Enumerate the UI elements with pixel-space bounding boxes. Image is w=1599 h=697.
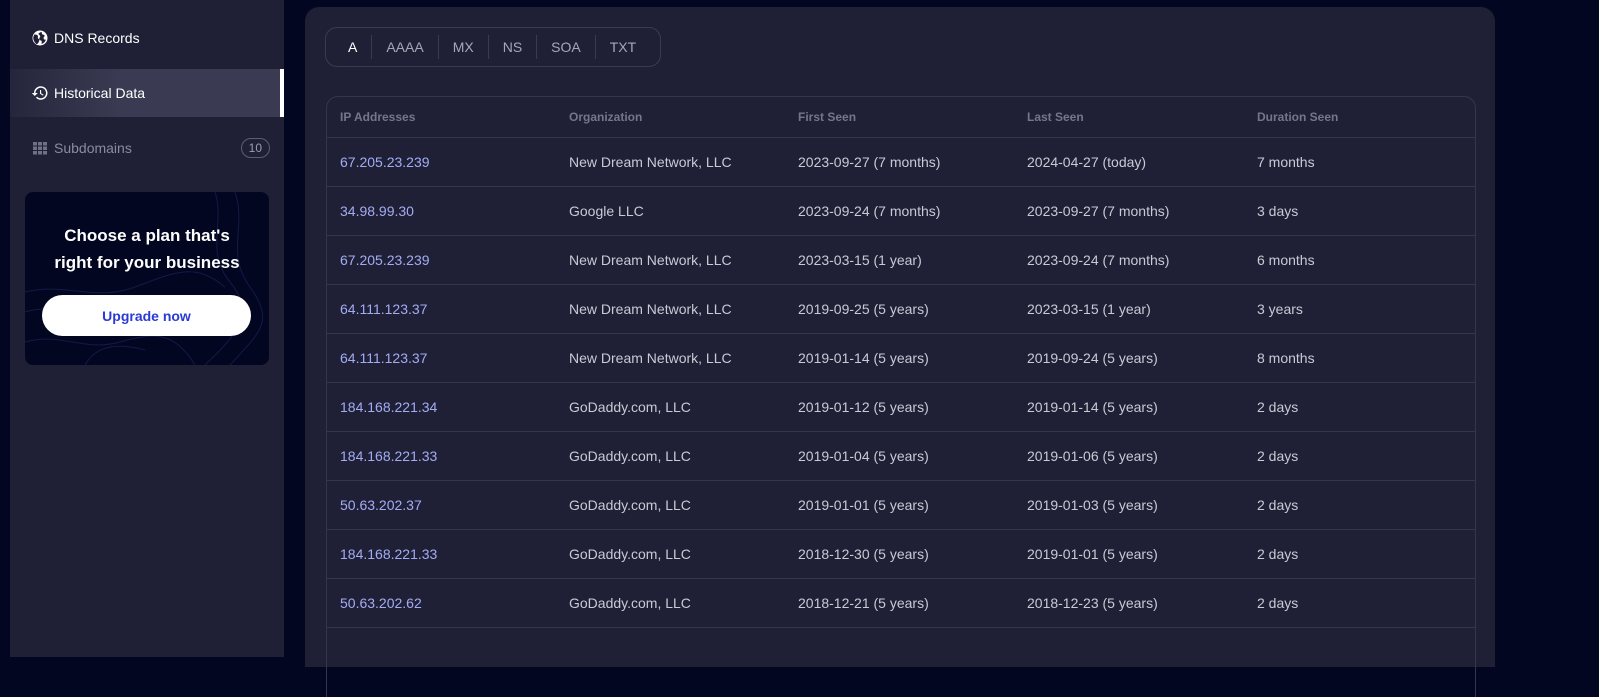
main-panel: A AAAA MX NS SOA TXT IP Addresses Organi… <box>305 7 1495 697</box>
table-row: 64.111.123.37 New Dream Network, LLC 2019-… <box>327 333 1475 383</box>
table-row: 67.205.23.239 New Dream Network, LLC 2023-… <box>327 235 1475 285</box>
duration-cell: 8 months <box>1244 333 1475 383</box>
table-row: 184.168.221.34 GoDaddy.com, LLC 2019-01-12… <box>327 382 1475 432</box>
column-header-ip: IP Addresses <box>327 97 556 138</box>
record-type-tabs: A AAAA MX NS SOA TXT <box>325 27 662 67</box>
duration-cell: 6 months <box>1244 235 1475 285</box>
organization-cell: GoDaddy.com, LLC <box>556 480 785 530</box>
table-row: 50.63.202.62 GoDaddy.com, LLC 2018-12-21 (… <box>327 578 1475 628</box>
table-body: 67.205.23.239 New Dream Network, LLC 2023-… <box>327 137 1475 628</box>
column-header-organization: Organization <box>556 97 785 138</box>
tab-a[interactable]: A <box>336 35 371 59</box>
sidebar-item-label: Historical Data <box>54 85 146 101</box>
sidebar-item-label: Subdomains <box>54 140 132 156</box>
first-seen-cell: 2019-01-12 (5 years) <box>785 382 1014 432</box>
first-seen-cell: 2019-09-25 (5 years) <box>785 284 1014 334</box>
organization-cell: New Dream Network, LLC <box>556 137 785 187</box>
last-seen-cell: 2019-09-24 (5 years) <box>1014 333 1244 383</box>
sidebar: DNS Records Historical Data Subdomains 1… <box>10 0 284 657</box>
column-header-first-seen: First Seen <box>785 97 1014 138</box>
first-seen-cell: 2019-01-14 (5 years) <box>785 333 1014 383</box>
last-seen-cell: 2019-01-03 (5 years) <box>1014 480 1244 530</box>
promo-title: Choose a plan that's right for your busi… <box>25 222 269 276</box>
ip-address-link[interactable]: 184.168.221.34 <box>327 382 556 432</box>
upgrade-now-button[interactable]: Upgrade now <box>42 295 251 336</box>
table-row: 34.98.99.30 Google LLC 2023-09-24 (7 month… <box>327 186 1475 236</box>
last-seen-cell: 2019-01-06 (5 years) <box>1014 431 1244 481</box>
ip-address-link[interactable]: 67.205.23.239 <box>327 137 556 187</box>
globe-icon <box>31 29 49 47</box>
grid-icon <box>31 139 49 157</box>
duration-cell: 2 days <box>1244 382 1475 432</box>
first-seen-cell: 2019-01-01 (5 years) <box>785 480 1014 530</box>
first-seen-cell: 2019-01-04 (5 years) <box>785 431 1014 481</box>
promo-title-line: right for your business <box>54 253 240 272</box>
ip-address-link[interactable]: 50.63.202.62 <box>327 578 556 628</box>
tab-txt[interactable]: TXT <box>594 35 650 59</box>
organization-cell: GoDaddy.com, LLC <box>556 529 785 579</box>
ip-address-link[interactable]: 34.98.99.30 <box>327 186 556 236</box>
table-row: 64.111.123.37 New Dream Network, LLC 2019-… <box>327 284 1475 334</box>
last-seen-cell: 2023-09-24 (7 months) <box>1014 235 1244 285</box>
tab-soa[interactable]: SOA <box>536 35 595 59</box>
first-seen-cell: 2023-09-27 (7 months) <box>785 137 1014 187</box>
organization-cell: GoDaddy.com, LLC <box>556 578 785 628</box>
sidebar-item-dns-records[interactable]: DNS Records <box>10 14 284 62</box>
last-seen-cell: 2018-12-23 (5 years) <box>1014 578 1244 628</box>
last-seen-cell: 2019-01-14 (5 years) <box>1014 382 1244 432</box>
duration-cell: 7 months <box>1244 137 1475 187</box>
organization-cell: GoDaddy.com, LLC <box>556 382 785 432</box>
duration-cell: 2 days <box>1244 431 1475 481</box>
first-seen-cell: 2018-12-21 (5 years) <box>785 578 1014 628</box>
table-row: 184.168.221.33 GoDaddy.com, LLC 2018-12-30… <box>327 529 1475 579</box>
sidebar-item-label: DNS Records <box>54 30 140 46</box>
organization-cell: New Dream Network, LLC <box>556 333 785 383</box>
first-seen-cell: 2018-12-30 (5 years) <box>785 529 1014 579</box>
ip-address-link[interactable]: 184.168.221.33 <box>327 529 556 579</box>
ip-address-link[interactable]: 64.111.123.37 <box>327 333 556 383</box>
duration-cell: 2 days <box>1244 529 1475 579</box>
table-header-row: IP Addresses Organization First Seen Las… <box>327 97 1475 138</box>
duration-cell: 3 days <box>1244 186 1475 236</box>
ip-address-link[interactable]: 67.205.23.239 <box>327 235 556 285</box>
organization-cell: Google LLC <box>556 186 785 236</box>
ip-address-link[interactable]: 50.63.202.37 <box>327 480 556 530</box>
last-seen-cell: 2023-03-15 (1 year) <box>1014 284 1244 334</box>
organization-cell: New Dream Network, LLC <box>556 284 785 334</box>
subdomains-count-badge: 10 <box>240 138 270 158</box>
tab-mx[interactable]: MX <box>437 35 488 59</box>
first-seen-cell: 2023-09-24 (7 months) <box>785 186 1014 236</box>
duration-cell: 2 days <box>1244 480 1475 530</box>
ip-address-link[interactable]: 184.168.221.33 <box>327 431 556 481</box>
promo-title-line: Choose a plan that's <box>64 226 230 245</box>
last-seen-cell: 2019-01-01 (5 years) <box>1014 529 1244 579</box>
table-row: 184.168.221.33 GoDaddy.com, LLC 2019-01-04… <box>327 431 1475 481</box>
topography-pattern <box>25 192 264 365</box>
upgrade-promo-card: Choose a plan that's right for your busi… <box>25 192 269 365</box>
first-seen-cell: 2023-03-15 (1 year) <box>785 235 1014 285</box>
last-seen-cell: 2024-04-27 (today) <box>1014 137 1244 187</box>
tab-aaaa[interactable]: AAAA <box>371 35 437 59</box>
tab-ns[interactable]: NS <box>487 35 536 59</box>
organization-cell: New Dream Network, LLC <box>556 235 785 285</box>
sidebar-item-subdomains[interactable]: Subdomains 10 <box>10 124 284 172</box>
table-row: 67.205.23.239 New Dream Network, LLC 2023-… <box>327 137 1475 187</box>
duration-cell: 2 days <box>1244 578 1475 628</box>
history-icon <box>31 84 49 102</box>
table-row: 50.63.202.37 GoDaddy.com, LLC 2019-01-01 (… <box>327 480 1475 530</box>
last-seen-cell: 2023-09-27 (7 months) <box>1014 186 1244 236</box>
column-header-last-seen: Last Seen <box>1014 97 1244 138</box>
column-header-duration: Duration Seen <box>1244 97 1475 138</box>
organization-cell: GoDaddy.com, LLC <box>556 431 785 481</box>
duration-cell: 3 years <box>1244 284 1475 334</box>
historical-records-table: IP Addresses Organization First Seen Las… <box>326 96 1476 697</box>
sidebar-item-historical-data[interactable]: Historical Data <box>10 69 284 117</box>
ip-address-link[interactable]: 64.111.123.37 <box>327 284 556 334</box>
